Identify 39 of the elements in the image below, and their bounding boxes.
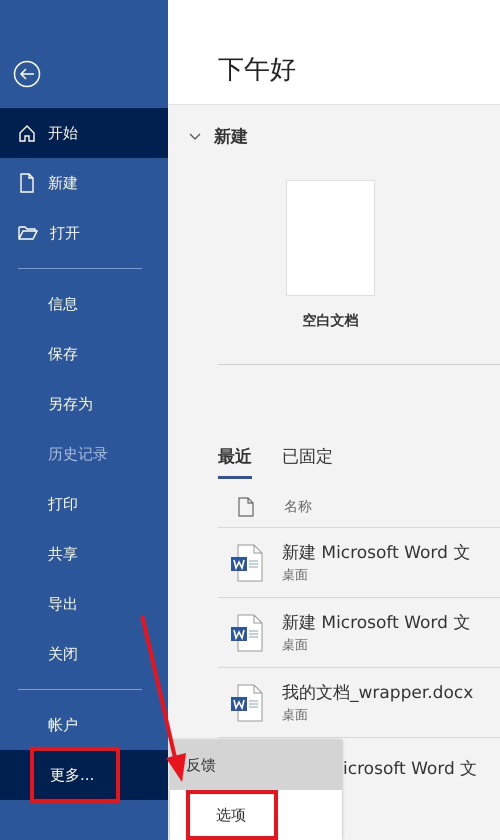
sidebar-item[interactable]: 新建 — [0, 158, 168, 208]
file-name: icrosoft Word 文 — [343, 758, 478, 780]
column-header: 名称 — [284, 498, 312, 516]
document-icon — [18, 173, 36, 193]
sidebar-item[interactable]: 帐户 — [0, 700, 168, 750]
file-name[interactable]: 新建 Microsoft Word 文 — [282, 611, 470, 634]
menu-item[interactable]: 选项 — [170, 790, 342, 840]
sidebar-item[interactable]: 导出 — [0, 579, 168, 629]
file-name[interactable]: 新建 Microsoft Word 文 — [282, 541, 470, 564]
word-document-icon — [230, 544, 264, 582]
sidebar-item[interactable]: 共享 — [0, 529, 168, 579]
file-location: 桌面 — [282, 707, 309, 724]
back-icon[interactable] — [13, 60, 41, 88]
menu-item[interactable]: 反馈 — [170, 740, 342, 790]
nav-label: 更多... — [30, 747, 120, 803]
sidebar-item[interactable]: 开始 — [0, 108, 168, 158]
greeting: 下午好 — [218, 54, 297, 87]
home-icon — [18, 124, 36, 142]
word-document-icon — [230, 684, 264, 722]
file-location: 桌面 — [282, 567, 309, 584]
sidebar-item[interactable]: 保存 — [0, 329, 168, 379]
template-label: 空白文档 — [302, 312, 358, 330]
highlight-frame: 选项 — [186, 790, 278, 840]
sidebar-item[interactable]: 信息 — [0, 279, 168, 329]
folder-icon — [18, 225, 38, 241]
sidebar-item[interactable]: 打开 — [0, 208, 168, 258]
file-name[interactable]: 我的文档_wrapper.docx — [282, 681, 474, 704]
sidebar-item[interactable]: 更多... — [0, 750, 168, 800]
sidebar-item[interactable]: 另存为 — [0, 379, 168, 429]
sidebar-item[interactable]: 关闭 — [0, 629, 168, 679]
file-location: 桌面 — [282, 637, 309, 654]
tab[interactable]: 最近 — [218, 445, 252, 479]
blank-document-thumbnail[interactable] — [286, 180, 375, 296]
tab[interactable]: 已固定 — [282, 445, 333, 479]
sidebar-item[interactable]: 打印 — [0, 479, 168, 529]
file-icon — [238, 497, 254, 517]
chevron-icon[interactable] — [188, 132, 202, 142]
word-document-icon — [230, 614, 264, 652]
section-title: 新建 — [214, 126, 248, 148]
